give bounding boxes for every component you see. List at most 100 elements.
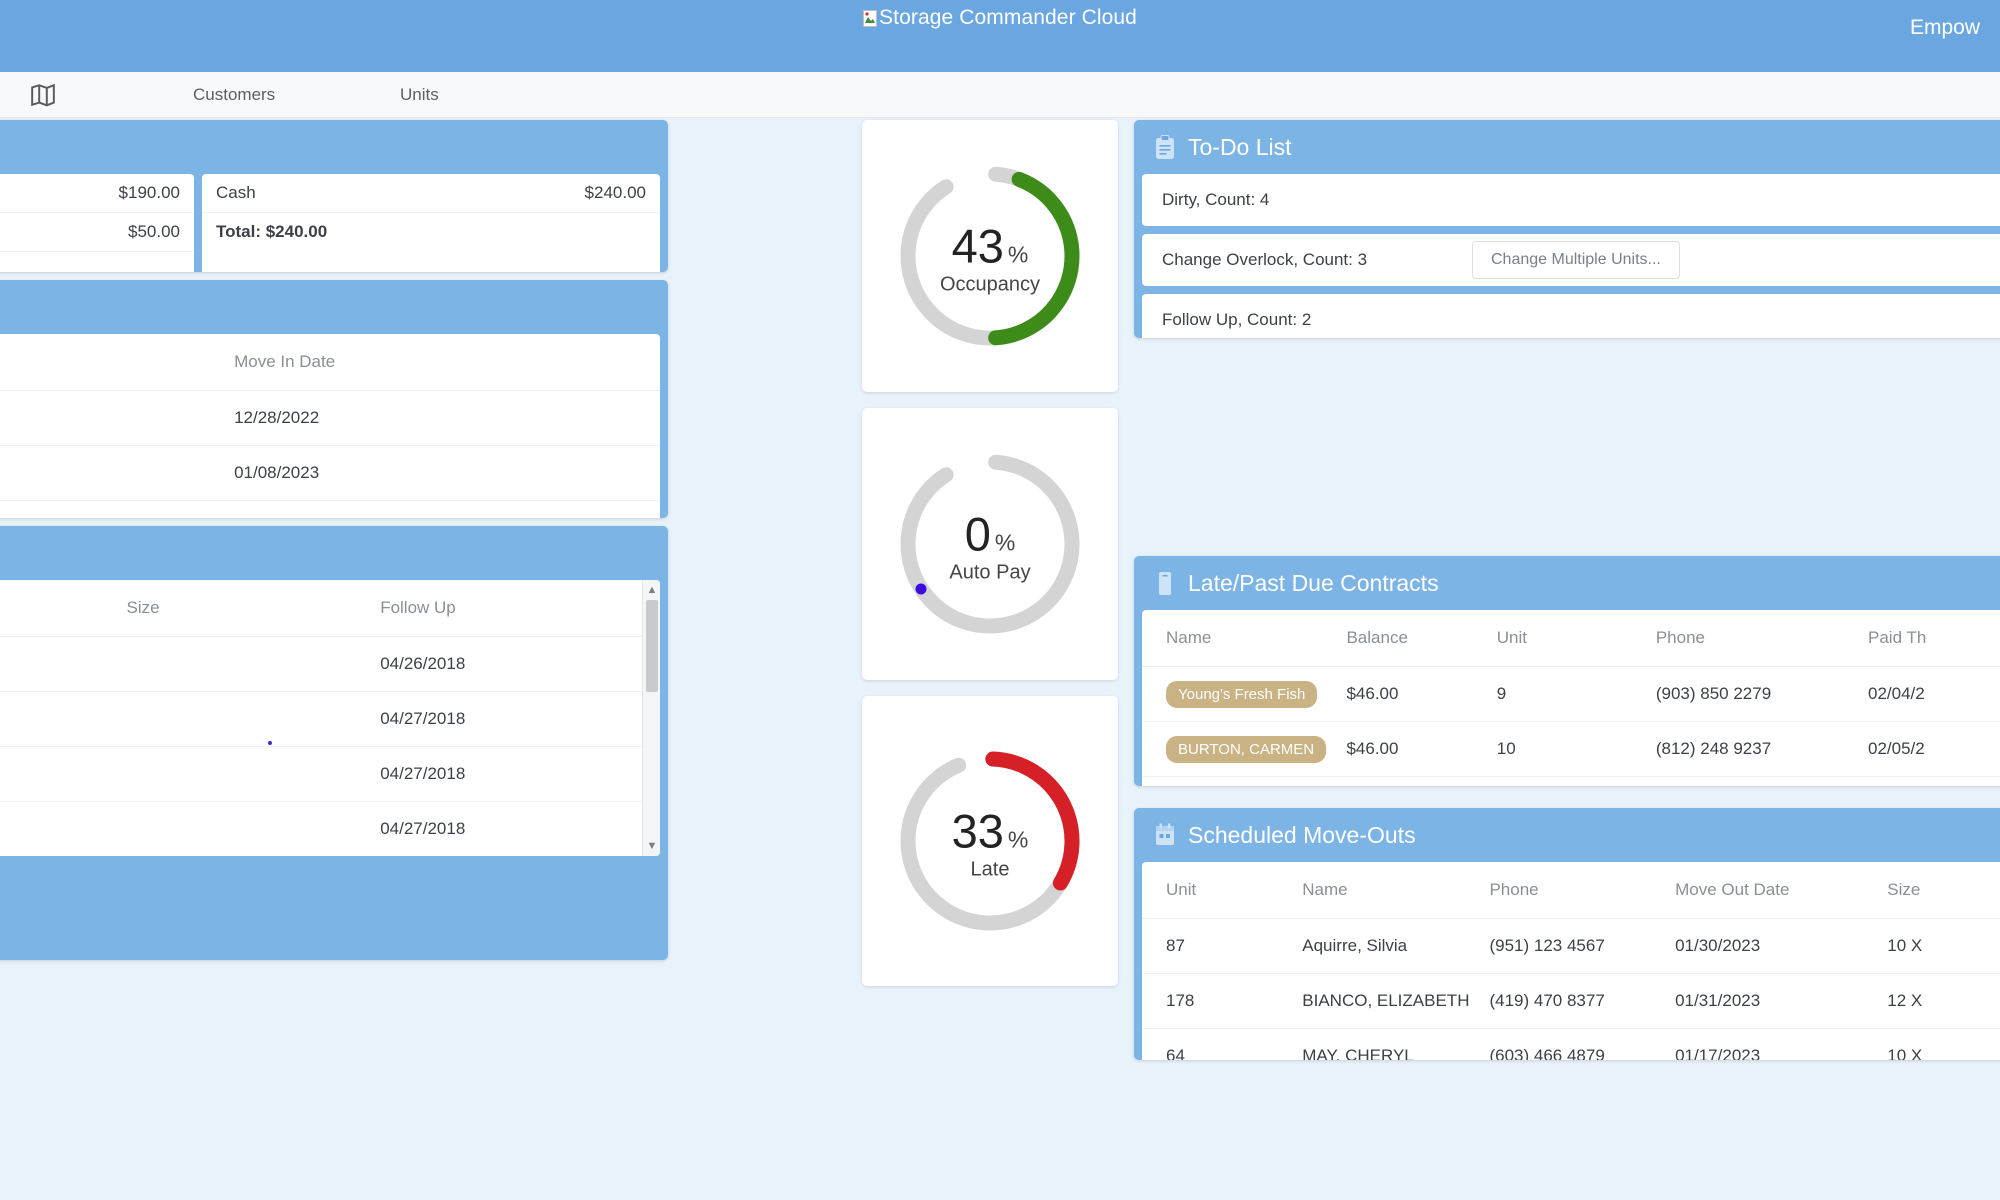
col-phone[interactable]: Phone [0, 580, 117, 637]
occupancy-unit: % [1007, 241, 1029, 268]
table-header-row: Unit Move In Date [0, 334, 660, 391]
cell-unit: 176 [0, 501, 124, 519]
receipts-header: ipts [0, 120, 668, 174]
col-unit[interactable]: Unit [0, 334, 125, 391]
cell-paid-thru: 02/04/2 [1858, 776, 2000, 786]
late-past-due-card: Name Balance Unit Phone Paid Th Young's … [1142, 610, 2000, 786]
todo-item[interactable]: Dirty, Count: 4 [1142, 174, 2000, 226]
col-move-in-date[interactable]: Move In Date [124, 334, 660, 391]
occupancy-gauge-center: 43% Occupancy [875, 221, 1105, 297]
late-past-due-body: Name Balance Unit Phone Paid Th Young's … [1134, 610, 2000, 786]
follow-up-scrollbar[interactable]: ▲ ▼ [642, 580, 660, 856]
occupancy-gauge-card[interactable]: 43% Occupancy [862, 120, 1118, 392]
col-unit[interactable]: Unit [1142, 862, 1293, 919]
scheduled-move-outs-card: Unit Name Phone Move Out Date Size 87 Aq… [1142, 862, 2000, 1060]
table-header-row: Name Balance Unit Phone Paid Th [1142, 610, 2000, 667]
todo-list-widget: To-Do List Dirty, Count: 4 Change Overlo… [1134, 120, 2000, 338]
status-badge[interactable]: Young's Fresh Fish [1166, 680, 1318, 708]
receipt-amount-2: $50.00 [128, 222, 180, 241]
cell-unit: 9 [1486, 666, 1646, 722]
cell-size [117, 802, 371, 857]
late-gauge-center: 33% Late [875, 806, 1105, 882]
col-move-out-date[interactable]: Move Out Date [1665, 862, 1878, 919]
table-row[interactable]: COLLIER, ANNA $76.95 22 (925) 234 8671 0… [1142, 776, 2000, 786]
cell-name: MAY, CHERYL [1302, 1046, 1414, 1060]
table-header-row: Unit Name Phone Move Out Date Size [1142, 862, 2000, 919]
table-row[interactable]: Young's Fresh Fish $46.00 9 (903) 850 22… [1142, 666, 2000, 722]
autopay-gauge-card[interactable]: 0% Auto Pay [862, 408, 1118, 680]
table-row[interactable]: S (760) 500 7874 04/27/2018 [0, 691, 642, 747]
nav-item-customers[interactable]: Customers [193, 85, 275, 105]
col-balance[interactable]: Balance [1336, 610, 1487, 667]
table-row[interactable]: 87 Aquirre, Silvia (951) 123 4567 01/30/… [1142, 918, 2000, 974]
table-row[interactable]: 179 12/28/2022 [0, 390, 660, 446]
brand-logo: Storage Commander Cloud [863, 6, 1137, 30]
status-badge[interactable]: BURTON, CARMEN [1166, 735, 1327, 763]
cell-name: Aquirre, Silvia [1292, 918, 1480, 974]
todo-list-title: To-Do List [1188, 133, 1292, 160]
cell-date: 01/17/2023 [1675, 1046, 1761, 1060]
cell-size [116, 691, 371, 747]
cell-size: 12 X [1877, 973, 2000, 1029]
autopay-gauge-center: 0% Auto Pay [875, 509, 1105, 585]
cell-name: BIANCO, ELIZABETH [1292, 973, 1480, 1029]
cell-name: BURTON, CARMEN [1142, 721, 1337, 777]
brand-bar: Storage Commander Cloud Empow [0, 0, 2000, 72]
move-ins-header [0, 280, 668, 334]
cell-date: 02/14/2023 [124, 501, 660, 519]
scheduled-move-outs-title: Scheduled Move-Outs [1188, 821, 1416, 848]
todo-item[interactable]: Follow Up, Count: 2 [1142, 294, 2000, 338]
cell-unit: 178 [1142, 973, 1293, 1029]
col-phone[interactable]: Phone [1645, 610, 1858, 667]
brand-tagline: Empow [1910, 16, 1981, 39]
table-row[interactable]: 178 BIANCO, ELIZABETH (419) 470 8377 01/… [1142, 973, 2000, 1029]
table-row[interactable]: L. (939) 995 4959 04/26/2018 [0, 636, 642, 692]
receipt-amount-1: $190.00 [118, 183, 180, 202]
scrollbar-thumb[interactable] [646, 600, 658, 692]
map-icon[interactable] [30, 82, 56, 108]
table-row[interactable]: 64 MAY, CHERYL (603) 466 4879 01/17/2023… [1142, 1029, 2000, 1060]
cell-unit: 64 [1166, 1046, 1185, 1060]
cell-date: 01/08/2023 [124, 445, 660, 501]
change-multiple-units-button[interactable]: Change Multiple Units... [1472, 241, 1680, 279]
table-row[interactable]: 5 01/08/2023 [0, 445, 660, 501]
table-row[interactable]: (702) 257 1916 04/27/2018 [0, 746, 642, 802]
dashboard-page: ipts $190.00 $50.00 Cash $240.00 [0, 118, 2000, 1200]
cell-unit: 5 [0, 445, 125, 501]
table-row[interactable]: (962) 553 9698 04/27/2018 [0, 802, 642, 857]
col-name[interactable]: Name [1142, 610, 1337, 667]
col-size[interactable]: Size [116, 580, 371, 637]
col-name[interactable]: Name [1292, 862, 1480, 919]
col-follow-up[interactable]: Follow Up [370, 580, 642, 637]
move-ins-body: Unit Move In Date 179 12/28/2022 5 01/08… [0, 334, 668, 518]
table-row[interactable]: BURTON, CARMEN $46.00 10 (812) 248 9237 … [1142, 721, 2000, 777]
cursor-dot-marker [268, 741, 272, 745]
todo-item[interactable]: Change Overlock, Count: 3 Change Multipl… [1142, 234, 2000, 286]
late-past-due-header: Late/Past Due Contracts [1134, 556, 2000, 610]
cell-size [116, 746, 371, 802]
col-unit[interactable]: Unit [1486, 610, 1646, 667]
late-gauge: 33% Late [875, 696, 1105, 986]
scrollbar-track[interactable] [643, 600, 660, 836]
col-phone[interactable]: Phone [1479, 862, 1666, 919]
cell-date: 01/31/2023 [1665, 973, 1878, 1029]
receipt-method-label: Cash [216, 183, 256, 202]
cell-phone: (603) 466 4879 [1489, 1046, 1605, 1060]
broken-image-icon [863, 9, 878, 27]
todo-item-label: Follow Up, Count: 2 [1162, 310, 1312, 329]
receipt-method-amount: $240.00 [584, 183, 646, 202]
scroll-up-icon[interactable]: ▲ [643, 580, 660, 600]
table-row[interactable]: 176 02/14/2023 [0, 501, 660, 519]
nav-item-units[interactable]: Units [400, 85, 439, 105]
col-size[interactable]: Size [1877, 862, 2000, 919]
move-ins-table: Unit Move In Date 179 12/28/2022 5 01/08… [0, 334, 660, 518]
occupancy-gauge: 43% Occupancy [875, 120, 1105, 392]
cell-unit: 87 [1142, 918, 1293, 974]
document-icon [1154, 571, 1176, 596]
cell-phone: (702) 257 1916 [0, 746, 117, 802]
todo-list-body: Dirty, Count: 4 Change Overlock, Count: … [1134, 174, 2000, 338]
scroll-down-icon[interactable]: ▼ [643, 836, 660, 856]
col-paid-thru[interactable]: Paid Th [1858, 610, 2000, 667]
autopay-gauge: 0% Auto Pay [875, 408, 1105, 680]
late-gauge-card[interactable]: 33% Late [862, 696, 1118, 986]
